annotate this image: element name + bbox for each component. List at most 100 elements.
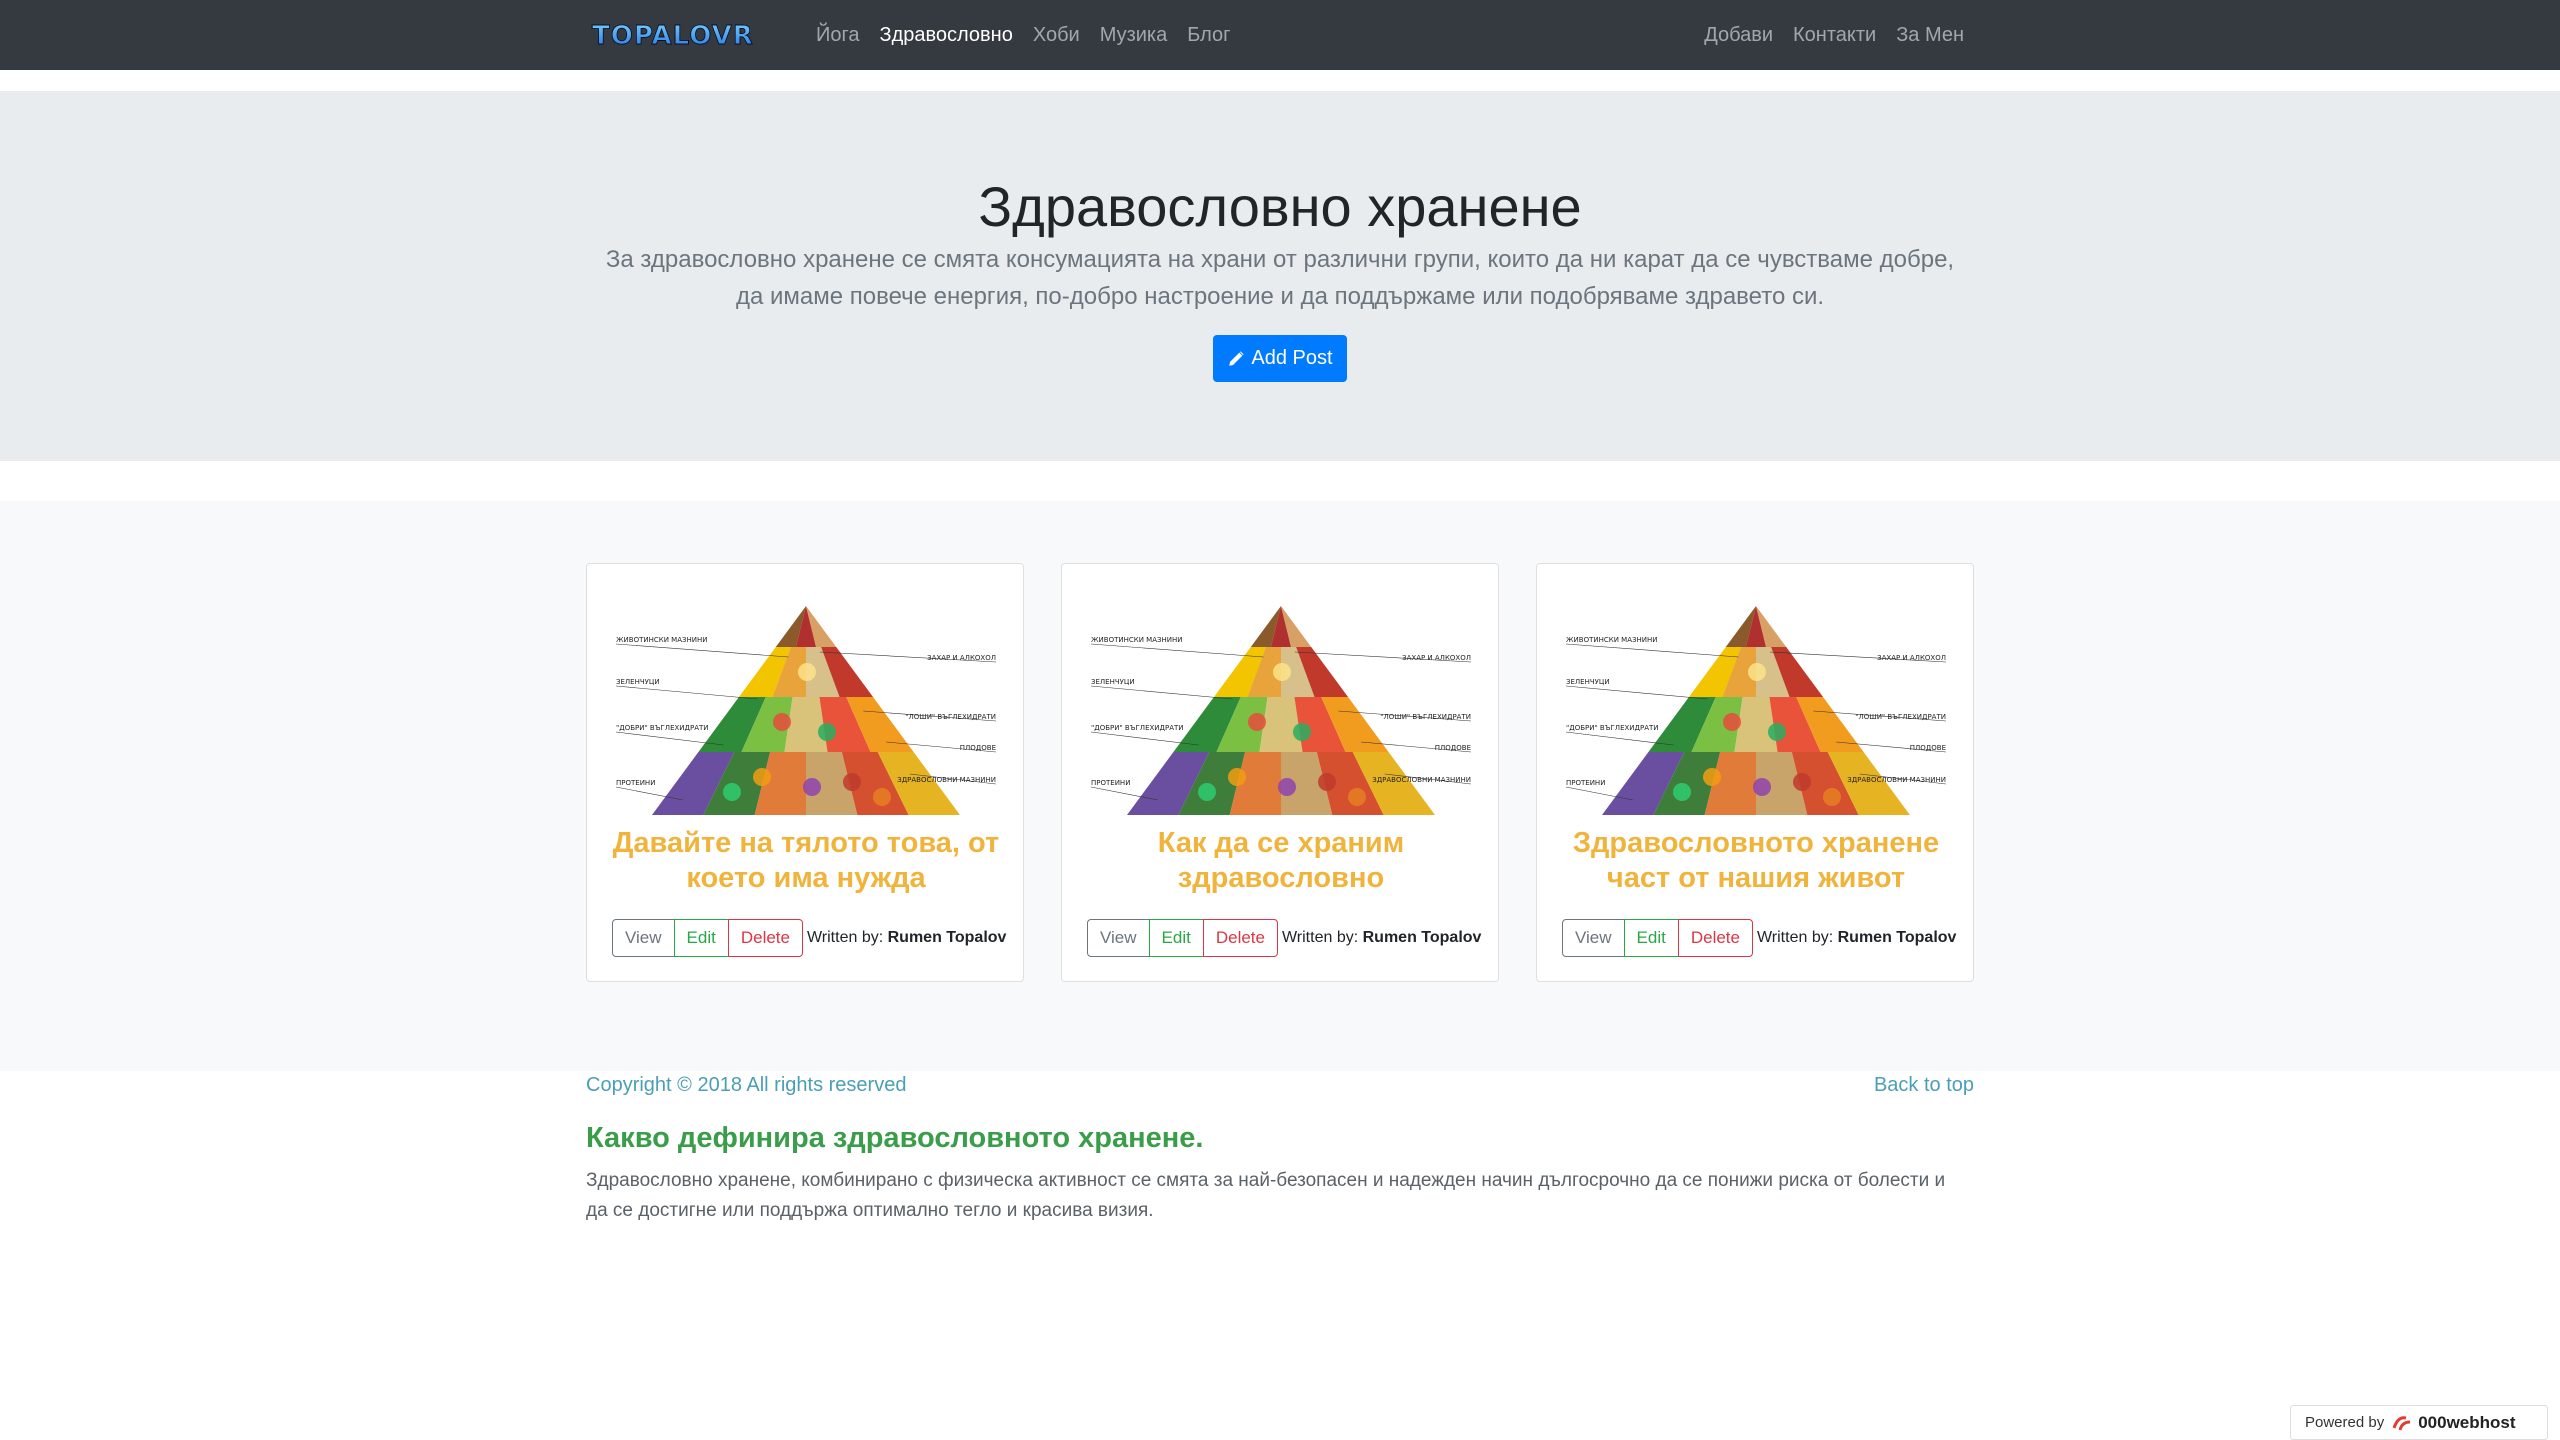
post-author: Written by: Rumen Topalov: [1281, 929, 1482, 946]
nav-right: Добави Контакти За Мен: [1694, 0, 1964, 70]
post-title[interactable]: Здравословното хранене част от нашия жив…: [1547, 826, 1965, 896]
pyramid-leader-line: [1565, 685, 1708, 700]
post-card: ЖИВОТИНСКИ МАЗНИНИ ЗЕЛЕНЧУЦИ "ДОБРИ" ВЪГЛЕ…: [586, 563, 1024, 982]
food-pyramid-image[interactable]: ЖИВОТИНСКИ МАЗНИНИ ЗЕЛЕНЧУЦИ "ДОБРИ" ВЪГЛЕ…: [612, 602, 1000, 817]
page-lead: За здравословно хранене се смята консума…: [605, 246, 1955, 310]
pyramid-label: ЗАХАР И АЛКОХОЛ: [1402, 654, 1471, 662]
food-pyramid-image[interactable]: ЖИВОТИНСКИ МАЗНИНИ ЗЕЛЕНЧУЦИ "ДОБРИ" ВЪГЛЕ…: [1562, 602, 1950, 817]
pyramid-label: ЗЕЛЕНЧУЦИ: [616, 678, 660, 686]
delete-button[interactable]: Delete: [727, 919, 803, 957]
back-to-top-link[interactable]: Back to top: [1874, 1074, 1974, 1097]
powered-by-label: Powered by: [2305, 1414, 2385, 1431]
pyramid-leader-line: [615, 643, 789, 658]
pyramid-leader-line: [1565, 731, 1674, 746]
pyramid-leader-line: [615, 685, 758, 700]
food-item: [1793, 773, 1811, 791]
nav-left: Йога Здравословно Хоби Музика Блог: [816, 0, 1240, 70]
post-author: Written by: Rumen Topalov: [1756, 929, 1957, 946]
navbar: TOPALOVR Йога Здравословно Хоби Музика Б…: [0, 0, 2560, 70]
pyramid-label: ЗДРАВОСЛОВНИ МАЗНИНИ: [897, 776, 996, 784]
nav-link-hobby[interactable]: Хоби: [1023, 24, 1090, 47]
page-title: Здравословно хранене: [978, 175, 1582, 238]
pyramid-label: ЖИВОТИНСКИ МАЗНИНИ: [1091, 636, 1183, 644]
post-title[interactable]: Как да се храним здравословно: [1072, 826, 1490, 896]
food-item: [1673, 783, 1691, 801]
food-item: [1753, 778, 1771, 796]
pyramid-label: ЖИВОТИНСКИ МАЗНИНИ: [616, 636, 708, 644]
nav-link-blog[interactable]: Блог: [1177, 24, 1240, 47]
food-item: [798, 663, 816, 681]
food-item: [1823, 788, 1841, 806]
food-item: [843, 773, 861, 791]
powered-by-badge[interactable]: Powered by 000webhost: [2290, 1405, 2548, 1440]
pyramid-leader-line: [1090, 685, 1233, 700]
webhost-logo: 000webhost: [2392, 1413, 2516, 1433]
post-card: ЖИВОТИНСКИ МАЗНИНИ ЗЕЛЕНЧУЦИ "ДОБРИ" ВЪГЛЕ…: [1061, 563, 1499, 982]
food-item: [773, 713, 791, 731]
post-actions: View Edit Delete Written by: Rumen Topal…: [1562, 919, 1956, 957]
food-item: [1703, 768, 1721, 786]
food-item: [723, 783, 741, 801]
posts-section: ЖИВОТИНСКИ МАЗНИНИ ЗЕЛЕНЧУЦИ "ДОБРИ" ВЪГЛЕ…: [0, 501, 2560, 1071]
food-item: [1273, 663, 1291, 681]
post-button-group: View Edit Delete: [612, 919, 803, 957]
food-pyramid-image[interactable]: ЖИВОТИНСКИ МАЗНИНИ ЗЕЛЕНЧУЦИ "ДОБРИ" ВЪГЛЕ…: [1087, 602, 1475, 817]
view-button[interactable]: View: [612, 919, 675, 957]
pyramid-label: ПРОТЕИНИ: [1566, 779, 1605, 787]
food-item: [1278, 778, 1296, 796]
pencil-icon: [1229, 350, 1245, 366]
pyramid-label: ПРОТЕИНИ: [616, 779, 655, 787]
pyramid-label: ЗДРАВОСЛОВНИ МАЗНИНИ: [1847, 776, 1946, 784]
food-item: [1348, 788, 1366, 806]
nav-link-yoga[interactable]: Йога: [816, 24, 869, 47]
food-item: [873, 788, 891, 806]
pyramid-label: ЗЕЛЕНЧУЦИ: [1566, 678, 1610, 686]
nav-link-music[interactable]: Музика: [1090, 24, 1178, 47]
edit-button[interactable]: Edit: [1148, 919, 1204, 957]
nav-link-contacts[interactable]: Контакти: [1783, 24, 1886, 47]
nav-link-about[interactable]: За Мен: [1886, 24, 1964, 47]
food-item: [818, 723, 836, 741]
nav-link-add[interactable]: Добави: [1694, 24, 1783, 47]
food-item: [1318, 773, 1336, 791]
post-author: Written by: Rumen Topalov: [806, 929, 1007, 946]
delete-button[interactable]: Delete: [1677, 919, 1753, 957]
pyramid-label: "ДОБРИ" ВЪГЛЕХИДРАТИ: [1566, 724, 1659, 732]
footer-text: Здравословно хранене, комбинирано с физи…: [586, 1170, 1946, 1221]
delete-button[interactable]: Delete: [1202, 919, 1278, 957]
food-item: [1228, 768, 1246, 786]
view-button[interactable]: View: [1562, 919, 1625, 957]
pyramid-label: ПЛОДОВЕ: [1910, 744, 1946, 752]
pyramid-label: ЖИВОТИНСКИ МАЗНИНИ: [1566, 636, 1658, 644]
post-title[interactable]: Давайте на тялото това, от което има нуж…: [597, 826, 1015, 896]
add-post-button[interactable]: Add Post: [1213, 335, 1347, 382]
pyramid-label: ЗЕЛЕНЧУЦИ: [1091, 678, 1135, 686]
brand-logo[interactable]: TOPALOVR: [592, 20, 780, 52]
food-item: [1768, 723, 1786, 741]
pyramid-label: ПЛОДОВЕ: [960, 744, 996, 752]
nav-link-healthy[interactable]: Здравословно: [869, 24, 1022, 47]
food-item: [753, 768, 771, 786]
copyright-text: Copyright © 2018 All rights reserved: [586, 1074, 907, 1096]
food-item: [803, 778, 821, 796]
post-button-group: View Edit Delete: [1562, 919, 1753, 957]
food-item: [1723, 713, 1741, 731]
pyramid-label: ЗАХАР И АЛКОХОЛ: [1877, 654, 1946, 662]
add-post-label: Add Post: [1251, 347, 1333, 369]
footer-heading: Какво дефинира здравословното хранене.: [586, 1122, 1204, 1154]
view-button[interactable]: View: [1087, 919, 1150, 957]
edit-button[interactable]: Edit: [673, 919, 729, 957]
webhost-icon: [2392, 1415, 2411, 1430]
jumbotron: Здравословно хранене За здравословно хра…: [0, 91, 2560, 461]
food-item: [1748, 663, 1766, 681]
pyramid-label: ЗАХАР И АЛКОХОЛ: [927, 654, 996, 662]
pyramid-label: "ДОБРИ" ВЪГЛЕХИДРАТИ: [1091, 724, 1184, 732]
pyramid-label: ЗДРАВОСЛОВНИ МАЗНИНИ: [1372, 776, 1471, 784]
pyramid-leader-line: [615, 731, 724, 746]
post-button-group: View Edit Delete: [1087, 919, 1278, 957]
edit-button[interactable]: Edit: [1623, 919, 1679, 957]
post-actions: View Edit Delete Written by: Rumen Topal…: [1087, 919, 1481, 957]
post-card: ЖИВОТИНСКИ МАЗНИНИ ЗЕЛЕНЧУЦИ "ДОБРИ" ВЪГЛЕ…: [1536, 563, 1974, 982]
pyramid-label: "ДОБРИ" ВЪГЛЕХИДРАТИ: [616, 724, 709, 732]
food-item: [1293, 723, 1311, 741]
